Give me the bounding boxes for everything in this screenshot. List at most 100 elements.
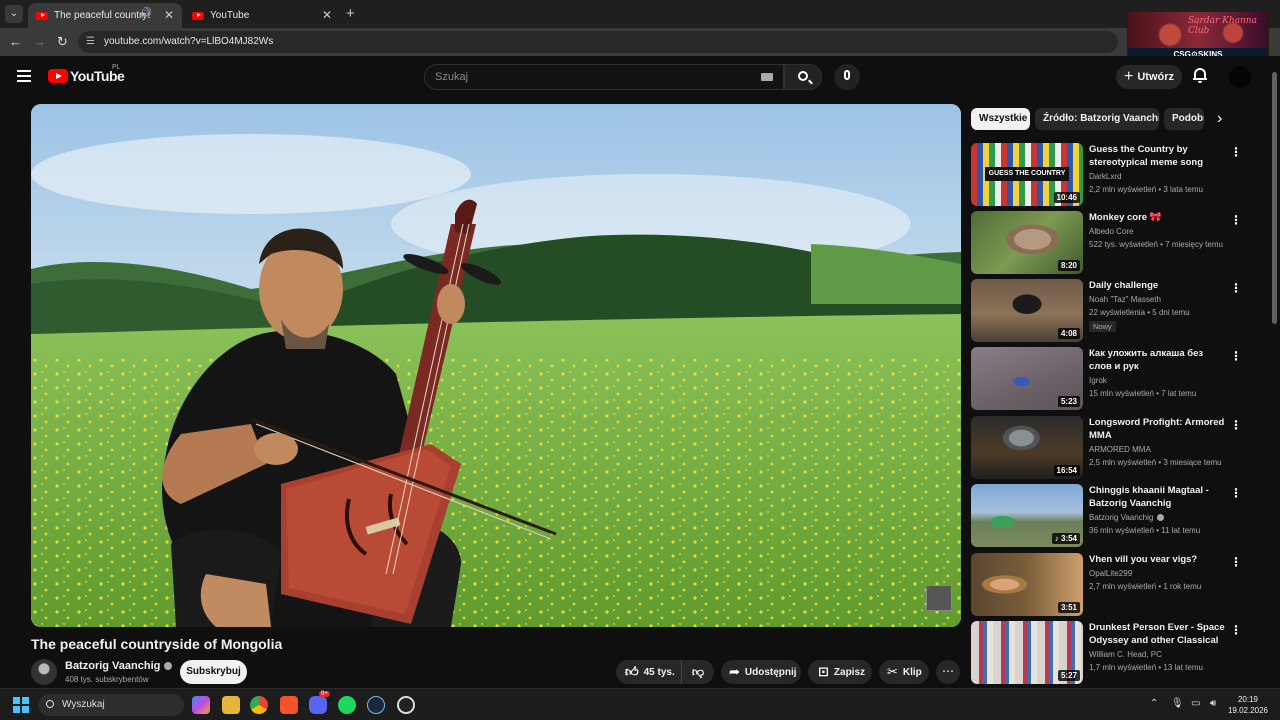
- like-button[interactable]: 👍︎ 45 tys.: [616, 660, 682, 684]
- youtube-logo[interactable]: YouTube PL: [48, 64, 125, 84]
- video-title[interactable]: Monkey core 🎀: [1089, 211, 1227, 224]
- video-thumbnail[interactable]: 8:20: [971, 211, 1083, 274]
- video-title[interactable]: Daily challenge: [1089, 279, 1227, 292]
- video-title[interactable]: Longsword Profight: Armored MMA: [1089, 416, 1227, 442]
- video-title[interactable]: Vhen vill you vear vigs?: [1089, 553, 1227, 566]
- channel-name[interactable]: DarkLxrd: [1089, 172, 1121, 181]
- video-thumbnail[interactable]: 16:54: [971, 416, 1083, 479]
- more-options-icon[interactable]: ⋮: [1230, 349, 1242, 363]
- video-thumbnail[interactable]: ♪ 3:54: [971, 484, 1083, 547]
- video-thumbnail[interactable]: 3:51: [971, 553, 1083, 616]
- browser-tab-active[interactable]: The peaceful countryside of Mongolia - Y…: [28, 3, 182, 28]
- channel-name[interactable]: ARMORED MMA: [1089, 445, 1151, 454]
- recommended-video[interactable]: 16:54 Longsword Profight: Armored MMA AR…: [971, 416, 1251, 479]
- recommended-video[interactable]: 3:51 Vhen vill you vear vigs? OpalLite29…: [971, 553, 1251, 616]
- new-tab-button[interactable]: +: [346, 5, 355, 22]
- keyboard-icon[interactable]: [761, 73, 773, 81]
- spotify-icon[interactable]: [338, 696, 356, 714]
- dislike-button[interactable]: 👎︎: [682, 665, 714, 680]
- video-title[interactable]: Drunkest Person Ever - Space Odyssey and…: [1089, 621, 1227, 647]
- channel-name[interactable]: OpalLite299: [1089, 569, 1132, 578]
- browser-tab[interactable]: YouTube ✕: [184, 3, 340, 28]
- ad-script-text: Sardar Khanna Club: [1188, 16, 1257, 36]
- forward-arrow-icon[interactable]: →: [33, 34, 46, 49]
- subscribe-button[interactable]: Subskrybuj: [180, 660, 247, 684]
- create-button[interactable]: + Utwórz: [1116, 65, 1182, 89]
- recommended-video[interactable]: GUESS THE COUNTRY 10:46 Guess the Countr…: [971, 143, 1251, 206]
- volume-icon[interactable]: 🔊︎: [1210, 698, 1216, 709]
- reload-icon[interactable]: ↻: [57, 34, 68, 50]
- obs-icon[interactable]: [397, 696, 415, 714]
- video-title[interactable]: Guess the Country by stereotypical meme …: [1089, 143, 1227, 169]
- network-icon[interactable]: ▭: [1191, 698, 1200, 709]
- discord-icon[interactable]: 9+: [309, 691, 330, 714]
- channel-name[interactable]: Igrok: [1089, 376, 1107, 385]
- save-button[interactable]: ⊡ Zapisz: [808, 660, 872, 684]
- site-info-icon[interactable]: ☰: [86, 36, 98, 48]
- more-options-icon[interactable]: ⋮: [1230, 145, 1242, 159]
- close-tab-icon[interactable]: ✕: [164, 8, 174, 22]
- chip-all[interactable]: Wszystkie: [971, 108, 1030, 130]
- notifications-bell-icon[interactable]: [1193, 68, 1207, 83]
- speaker-icon[interactable]: 🔊: [140, 8, 152, 19]
- channel-name[interactable]: William C. Head, PC: [1089, 650, 1162, 659]
- channel-name[interactable]: Noah "Taz" Masseth: [1089, 295, 1161, 304]
- player-overlay-thumbnail[interactable]: [926, 585, 952, 611]
- more-options-icon[interactable]: ⋮: [1230, 623, 1242, 637]
- chip-from-channel[interactable]: Źródło: Batzorig Vaanchig: [1035, 108, 1159, 130]
- voice-search-button[interactable]: [834, 64, 860, 90]
- account-avatar[interactable]: [1229, 66, 1251, 88]
- video-title[interactable]: Как уложить алкаша без слов и рук: [1089, 347, 1227, 373]
- video-title: The peaceful countryside of Mongolia: [31, 636, 283, 652]
- video-thumbnail[interactable]: 5:27: [971, 621, 1083, 684]
- windows-start-icon[interactable]: [13, 697, 29, 713]
- recommended-video[interactable]: ♪ 3:54 Chinggis khaanii Magtaal - Batzor…: [971, 484, 1251, 547]
- more-options-icon[interactable]: ⋮: [1230, 213, 1242, 227]
- more-options-icon[interactable]: ⋮: [1230, 555, 1242, 569]
- search-button[interactable]: [784, 64, 822, 90]
- clip-button[interactable]: ✂ Klip: [879, 660, 929, 684]
- tab-search-button[interactable]: ⌄: [5, 5, 23, 23]
- close-tab-icon[interactable]: ✕: [322, 8, 332, 22]
- chevron-right-icon[interactable]: ›: [1217, 110, 1222, 128]
- chrome-icon[interactable]: [250, 696, 268, 714]
- search-input[interactable]: Szukaj: [424, 64, 784, 90]
- menu-icon[interactable]: [17, 70, 31, 82]
- thumbnail-caption: GUESS THE COUNTRY: [985, 167, 1069, 181]
- copilot-icon[interactable]: [192, 696, 210, 714]
- recommended-video[interactable]: 4:08 Daily challenge Noah "Taz" Masseth …: [971, 279, 1251, 342]
- microphone-tray-icon[interactable]: 🎙︎: [1171, 698, 1184, 709]
- channel-name-link[interactable]: Batzorig Vaanchig: [1089, 513, 1165, 522]
- chevron-up-icon[interactable]: ⌃: [1150, 698, 1158, 709]
- video-player[interactable]: [31, 104, 961, 627]
- share-button[interactable]: ➦ Udostępnij: [721, 660, 801, 684]
- more-options-icon[interactable]: ⋮: [1230, 486, 1242, 500]
- steam-icon[interactable]: [367, 696, 385, 714]
- more-options-icon[interactable]: ⋮: [1230, 418, 1242, 432]
- video-thumbnail[interactable]: 4:08: [971, 279, 1083, 342]
- csgo-skins-ad[interactable]: Sardar Khanna Club CSG⚙SKINS: [1127, 11, 1269, 62]
- video-thumbnail[interactable]: GUESS THE COUNTRY 10:46: [971, 143, 1083, 206]
- share-arrow-icon: ➦: [729, 664, 740, 679]
- channel-avatar[interactable]: [31, 659, 57, 685]
- brave-icon[interactable]: [280, 696, 298, 714]
- recommended-video[interactable]: 8:20 Monkey core 🎀 Albedo Core 522 tys. …: [971, 211, 1251, 274]
- youtube-play-icon: [48, 69, 68, 83]
- system-clock[interactable]: 20:19 19.02.2026: [1226, 694, 1270, 716]
- channel-name-link[interactable]: Batzorig Vaanchig: [65, 660, 173, 672]
- back-arrow-icon[interactable]: ←: [9, 34, 22, 49]
- channel-name[interactable]: Albedo Core: [1089, 227, 1133, 236]
- taskbar-search-box[interactable]: Wyszukaj: [38, 694, 184, 716]
- video-thumbnail[interactable]: 5:23: [971, 347, 1083, 410]
- more-options-icon[interactable]: ⋮: [1230, 281, 1242, 295]
- file-explorer-icon[interactable]: [222, 696, 240, 714]
- more-actions-button[interactable]: ⋯: [936, 660, 960, 684]
- recommended-video[interactable]: 5:23 Как уложить алкаша без слов и рук I…: [971, 347, 1251, 410]
- page-scrollbar[interactable]: [1271, 72, 1277, 684]
- recommended-video[interactable]: 5:27 Drunkest Person Ever - Space Odysse…: [971, 621, 1251, 684]
- video-title[interactable]: Chinggis khaanii Magtaal - Batzorig Vaan…: [1089, 484, 1227, 510]
- scrollbar-thumb[interactable]: [1272, 72, 1277, 324]
- url-field[interactable]: ☰ youtube.com/watch?v=LlBO4MJ82Ws: [78, 31, 1118, 53]
- like-count: 45 tys.: [643, 666, 675, 678]
- chip-related[interactable]: Podobne: [1164, 108, 1204, 130]
